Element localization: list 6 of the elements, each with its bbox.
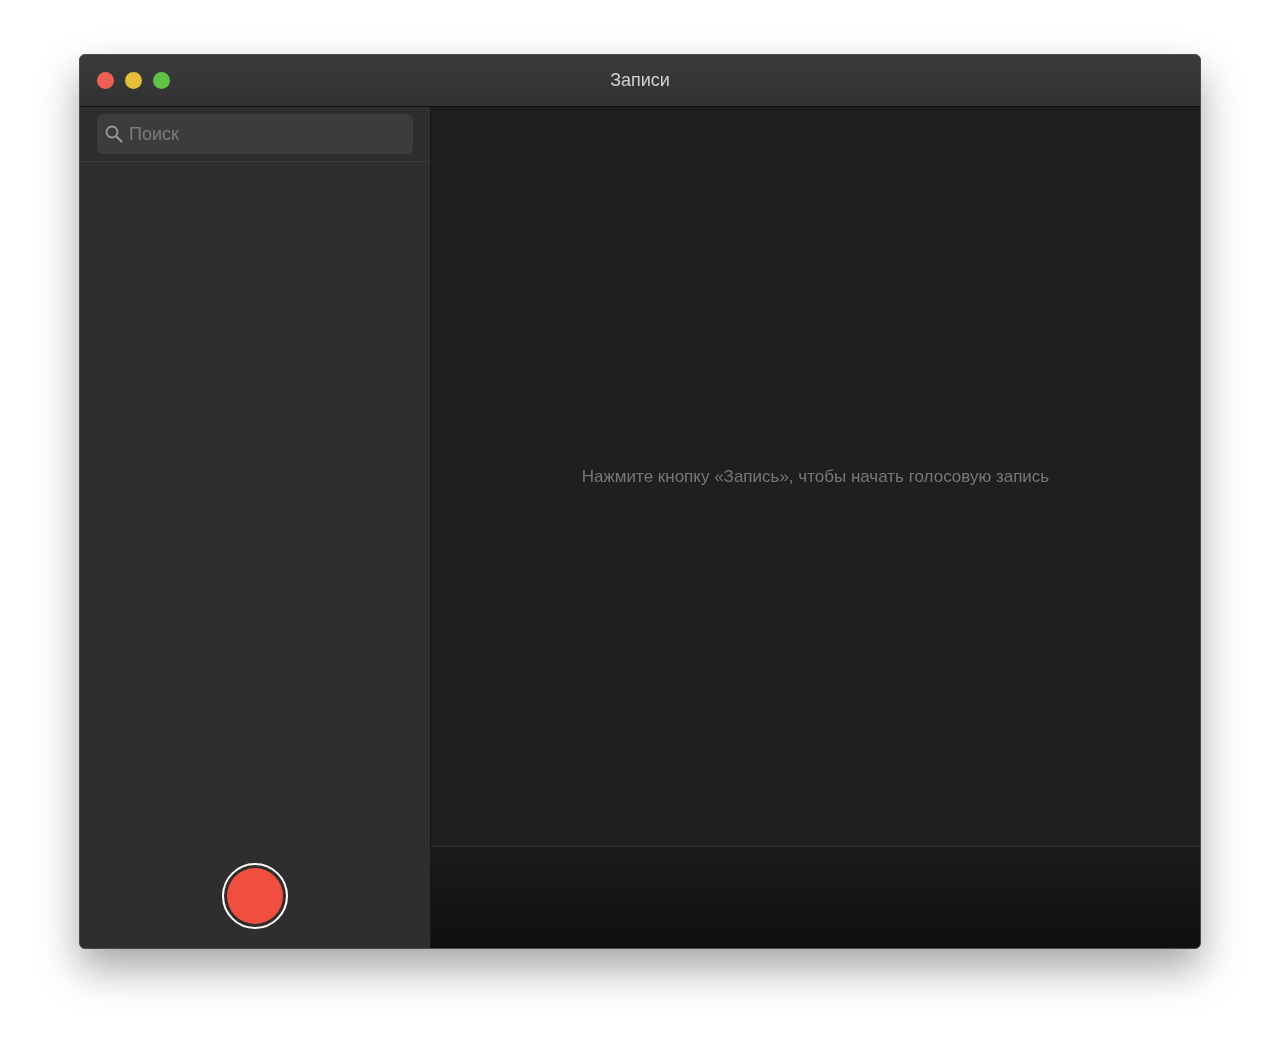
window-title: Записи bbox=[610, 70, 670, 91]
close-button[interactable] bbox=[97, 72, 114, 89]
minimize-button[interactable] bbox=[125, 72, 142, 89]
search-field[interactable]: Поиск bbox=[97, 114, 413, 154]
zoom-button[interactable] bbox=[153, 72, 170, 89]
empty-message: Нажмите кнопку «Запись», чтобы начать голосовую запись bbox=[581, 466, 1050, 487]
